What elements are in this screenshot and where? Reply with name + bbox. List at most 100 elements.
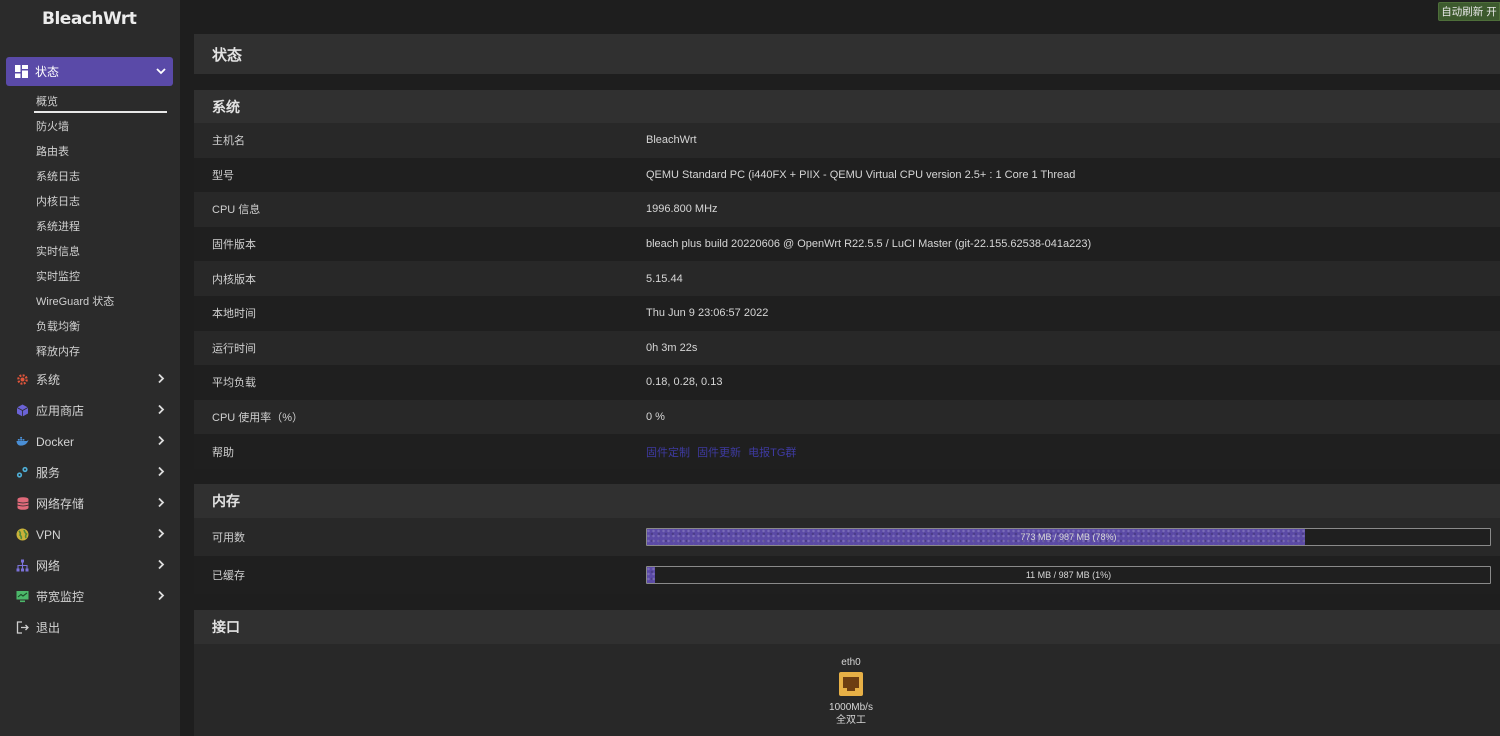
- chevron-down-icon: [156, 66, 166, 78]
- ethernet-port-icon: [839, 672, 863, 696]
- brand-logo[interactable]: BleachWrt: [42, 9, 137, 29]
- sidebar-item-label: 状态: [35, 65, 60, 79]
- row-key: 本地时间: [212, 308, 256, 321]
- table-row: CPU 信息 1996.800 MHz: [194, 192, 1500, 227]
- chevron-right-icon: [157, 404, 165, 417]
- sub-item-realtime-info[interactable]: 实时信息: [0, 239, 180, 264]
- row-value: 0.18, 0.28, 0.13: [646, 376, 723, 389]
- table-row: 运行时间 0h 3m 22s: [194, 330, 1500, 366]
- auto-refresh-button[interactable]: 自动刷新 开: [1438, 2, 1500, 21]
- sub-item-kernel-log[interactable]: 内核日志: [0, 188, 180, 213]
- row-key: 可用数: [212, 532, 245, 544]
- interface-speed: 1000Mb/s: [829, 702, 873, 713]
- sidebar-item-label: 网络存储: [36, 497, 85, 512]
- database-icon: [16, 497, 29, 510]
- chevron-right-icon: [157, 497, 165, 510]
- memory-section-title: 内存: [194, 484, 1500, 518]
- services-icon: [16, 466, 29, 479]
- globe-icon: [16, 528, 29, 541]
- row-key: CPU 信息: [212, 204, 261, 217]
- docker-icon: [16, 435, 29, 448]
- chevron-right-icon: [157, 590, 165, 603]
- row-value: 1996.800 MHz: [646, 203, 718, 216]
- system-section-title: 系统: [194, 90, 1500, 123]
- memory-cached-bar: 11 MB / 987 MB (1%): [646, 566, 1491, 584]
- table-row: 内核版本 5.15.44: [194, 261, 1500, 296]
- row-value: bleach plus build 20220606 @ OpenWrt R22…: [646, 238, 1092, 251]
- sub-item-realtime-monitor[interactable]: 实时监控: [0, 264, 180, 289]
- page-title: 状态: [194, 34, 1500, 74]
- sub-item-free-memory[interactable]: 释放内存: [0, 339, 180, 364]
- row-key: 已缓存: [212, 570, 245, 582]
- sub-item-wireguard[interactable]: WireGuard 状态: [0, 289, 180, 314]
- memory-available-bar: 773 MB / 987 MB (78%): [646, 528, 1491, 546]
- sidebar-item-label: 应用商店: [36, 404, 85, 419]
- chevron-right-icon: [157, 435, 165, 448]
- sidebar-item-bandwidth[interactable]: 带宽监控: [0, 581, 180, 612]
- dashboard-icon: [15, 65, 28, 78]
- row-key: 内核版本: [212, 273, 256, 286]
- progress-text: 773 MB / 987 MB (78%): [1020, 532, 1117, 542]
- sidebar-item-label: 带宽监控: [36, 590, 85, 605]
- sub-item-load-balance[interactable]: 负载均衡: [0, 314, 180, 339]
- sidebar-item-label: 退出: [36, 621, 61, 636]
- chevron-right-icon: [157, 466, 165, 479]
- sub-item-routes[interactable]: 路由表: [0, 138, 180, 163]
- sidebar-item-docker[interactable]: Docker: [0, 426, 180, 457]
- row-key: 运行时间: [212, 342, 256, 355]
- row-value: 5.15.44: [646, 272, 683, 285]
- sidebar-item-app-store[interactable]: 应用商店: [0, 395, 180, 426]
- sidebar: BleachWrt 状态 概览 防火墙 路由表 系统日志 内核日志 系统进程 实…: [0, 0, 180, 736]
- interface-duplex: 全双工: [836, 715, 866, 726]
- table-row: 可用数 773 MB / 987 MB (78%): [194, 518, 1500, 556]
- monitor-icon: [16, 590, 29, 603]
- row-key: 主机名: [212, 135, 245, 148]
- cube-icon: [16, 404, 29, 417]
- firmware-custom-link[interactable]: 固件定制: [646, 447, 690, 459]
- network-icon: [16, 559, 29, 572]
- sub-item-processes[interactable]: 系统进程: [0, 213, 180, 238]
- chevron-right-icon: [157, 528, 165, 541]
- table-row: CPU 使用率（%） 0 %: [194, 399, 1500, 435]
- help-links: 固件定制 固件更新 电报TG群: [646, 444, 800, 460]
- telegram-group-link[interactable]: 电报TG群: [748, 447, 796, 459]
- table-row: 已缓存 11 MB / 987 MB (1%): [194, 556, 1500, 594]
- row-value: BleachWrt: [646, 134, 697, 147]
- table-row: 本地时间 Thu Jun 9 23:06:57 2022: [194, 296, 1500, 331]
- sidebar-item-vpn[interactable]: VPN: [0, 519, 180, 550]
- progress-text: 11 MB / 987 MB (1%): [1025, 570, 1112, 580]
- interface-eth0[interactable]: eth0 1000Mb/s 全双工: [814, 656, 888, 727]
- sidebar-item-label: 系统: [36, 373, 61, 388]
- row-key: 固件版本: [212, 239, 256, 252]
- row-key: 帮助: [212, 446, 234, 459]
- sidebar-item-system[interactable]: 系统: [0, 364, 180, 395]
- sub-item-firewall[interactable]: 防火墙: [0, 113, 180, 138]
- table-row: 主机名 BleachWrt: [194, 123, 1500, 158]
- sidebar-item-services[interactable]: 服务: [0, 457, 180, 488]
- gear-icon: [16, 373, 29, 386]
- table-row: 型号 QEMU Standard PC (i440FX + PIIX - QEM…: [194, 157, 1500, 193]
- sidebar-item-status[interactable]: 状态: [6, 57, 173, 86]
- row-key: CPU 使用率（%）: [212, 412, 304, 425]
- interface-name: eth0: [841, 657, 861, 668]
- sidebar-item-label: 网络: [36, 559, 61, 574]
- sidebar-item-label: 服务: [36, 466, 61, 481]
- row-value: QEMU Standard PC (i440FX + PIIX - QEMU V…: [646, 168, 1076, 181]
- sub-item-overview[interactable]: 概览: [0, 88, 180, 114]
- row-key: 型号: [212, 169, 234, 182]
- chevron-right-icon: [157, 559, 165, 572]
- sidebar-item-network[interactable]: 网络: [0, 550, 180, 581]
- interfaces-section-title: 接口: [194, 610, 1500, 644]
- status-submenu: 概览 防火墙 路由表 系统日志 内核日志 系统进程 实时信息 实时监控 Wire…: [0, 86, 180, 364]
- logout-icon: [16, 621, 29, 634]
- row-key: 平均负载: [212, 377, 256, 390]
- sub-item-syslog[interactable]: 系统日志: [0, 163, 180, 188]
- chevron-right-icon: [157, 373, 165, 386]
- sidebar-item-logout[interactable]: 退出: [0, 612, 180, 643]
- sidebar-menu: 状态 概览 防火墙 路由表 系统日志 内核日志 系统进程 实时信息 实时监控 W…: [0, 57, 180, 643]
- firmware-update-link[interactable]: 固件更新: [697, 447, 741, 459]
- row-value: Thu Jun 9 23:06:57 2022: [646, 307, 769, 320]
- table-row: 帮助 固件定制 固件更新 电报TG群: [194, 434, 1500, 469]
- sidebar-item-nas[interactable]: 网络存储: [0, 488, 180, 519]
- table-row: 平均负载 0.18, 0.28, 0.13: [194, 365, 1500, 400]
